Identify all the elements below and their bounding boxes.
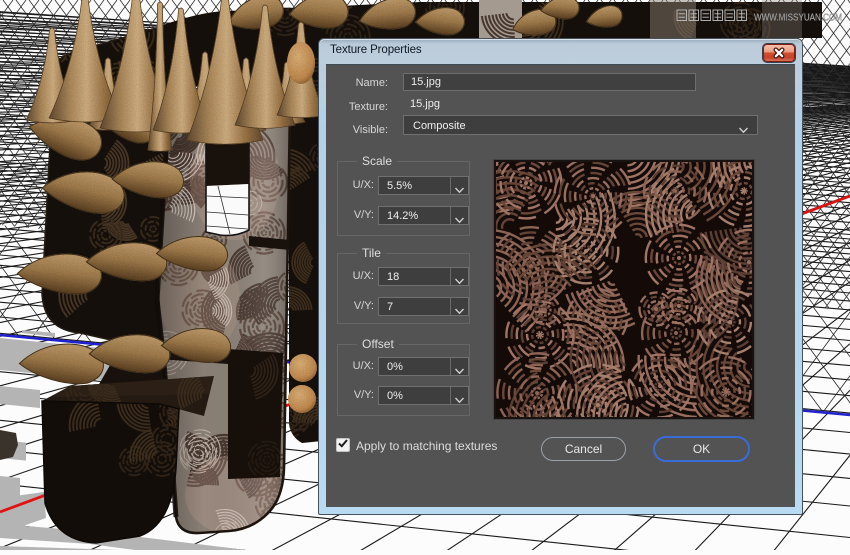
svg-text:WWW.MISSYUAN.COM: WWW.MISSYUAN.COM (754, 13, 842, 24)
